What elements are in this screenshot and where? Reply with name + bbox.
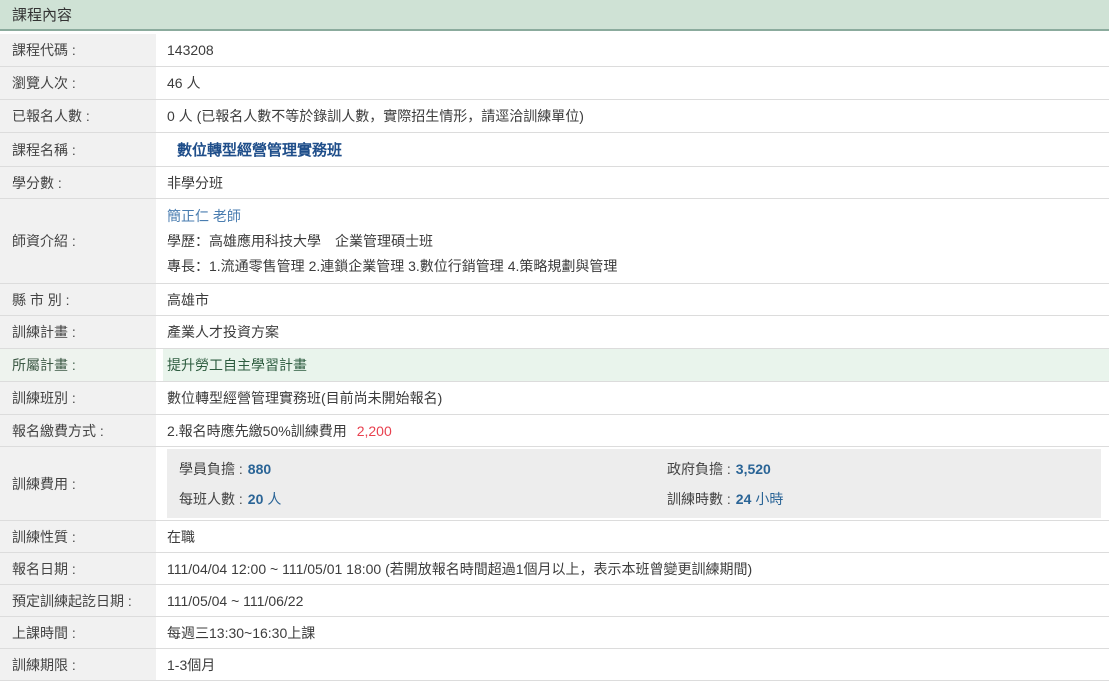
fee-item-training-hours: 訓練時數 : 24小時 [667, 489, 1101, 509]
fee-label: 訓練時數 : [667, 491, 731, 507]
payment-text: 2.報名時應先繳50%訓練費用 [167, 421, 347, 441]
table-row-course-code: 課程代碼 : 143208 [0, 34, 1109, 67]
table-row-training-plan: 訓練計畫 : 產業人才投資方案 [0, 316, 1109, 349]
row-label: 縣 市 別 : [0, 284, 163, 315]
row-value: 提升勞工自主學習計畫 [163, 349, 1109, 381]
table-row-course-name: 課程名稱 : 數位轉型經營管理實務班 [0, 133, 1109, 167]
row-value: 46 人 [163, 67, 1109, 99]
section-header: 課程內容 [0, 0, 1109, 31]
table-row-class-type: 訓練班別 : 數位轉型經營管理實務班(目前尚未開始報名) [0, 382, 1109, 415]
row-value: 高雄市 [163, 284, 1109, 315]
fee-label: 學員負擔 : [179, 461, 243, 477]
instructor-specialty: 專長：1.流通零售管理 2.連鎖企業管理 3.數位行銷管理 4.策略規劃與管理 [167, 254, 617, 279]
row-label: 上課時間 : [0, 617, 163, 648]
row-value: 學員負擔 : 880 政府負擔 : 3,520 每班人數 : 20人 訓練時數 : 24… [163, 447, 1109, 520]
row-value: 數位轉型經營管理實務班(目前尚未開始報名) [163, 382, 1109, 414]
row-label: 訓練班別 : [0, 382, 163, 414]
row-value: 143208 [163, 34, 1109, 66]
row-label: 課程代碼 : [0, 34, 163, 66]
fee-label: 政府負擔 : [667, 461, 731, 477]
row-label: 訓練費用 : [0, 447, 163, 520]
row-value: 111/04/04 12:00 ~ 111/05/01 18:00 (若開放報名… [163, 553, 1109, 584]
row-label: 報名日期 : [0, 553, 163, 584]
row-label: 瀏覽人次 : [0, 67, 163, 99]
fee-value: 24 [736, 491, 752, 507]
row-label: 已報名人數 : [0, 100, 163, 132]
fee-item-class-size: 每班人數 : 20人 [179, 489, 667, 509]
fee-label: 每班人數 : [179, 491, 243, 507]
course-name-link[interactable]: 數位轉型經營管理實務班 [177, 139, 342, 160]
fee-unit: 人 [267, 491, 281, 507]
row-label: 訓練性質 : [0, 521, 163, 552]
fee-value: 20 [248, 491, 264, 507]
payment-amount: 2,200 [357, 423, 392, 439]
row-value: 數位轉型經營管理實務班 [163, 133, 1109, 166]
table-row-class-time: 上課時間 : 每週三13:30~16:30上課 [0, 617, 1109, 649]
row-label: 所屬計畫 : [0, 349, 163, 381]
row-value: 簡正仁 老師 學歷：高雄應用科技大學 企業管理碩士班 專長：1.流通零售管理 2… [163, 199, 1109, 283]
fee-unit: 小時 [755, 491, 783, 507]
teacher-link[interactable]: 簡正仁 老師 [167, 204, 241, 229]
fee-value: 3,520 [736, 461, 771, 477]
table-row-view-count: 瀏覽人次 : 46 人 [0, 67, 1109, 100]
row-value: 產業人才投資方案 [163, 316, 1109, 348]
row-label: 預定訓練起訖日期 : [0, 585, 163, 616]
table-row-training-period-dates: 預定訓練起訖日期 : 111/05/04 ~ 111/06/22 [0, 585, 1109, 617]
row-label: 報名繳費方式 : [0, 415, 163, 446]
row-value: 2.報名時應先繳50%訓練費用 2,200 [163, 415, 1109, 446]
row-value: 非學分班 [163, 167, 1109, 198]
instructor-education: 學歷：高雄應用科技大學 企業管理碩士班 [167, 229, 433, 254]
table-row-training-duration: 訓練期限 : 1-3個月 [0, 649, 1109, 681]
table-row-training-nature: 訓練性質 : 在職 [0, 521, 1109, 553]
row-label: 訓練期限 : [0, 649, 163, 680]
table-row-enrolled-count: 已報名人數 : 0 人 (已報名人數不等於錄訓人數，實際招生情形，請逕洽訓練單位… [0, 100, 1109, 133]
row-value: 1-3個月 [163, 649, 1109, 680]
table-row-county: 縣 市 別 : 高雄市 [0, 284, 1109, 316]
row-label: 訓練計畫 : [0, 316, 163, 348]
row-label: 課程名稱 : [0, 133, 163, 166]
row-value: 每週三13:30~16:30上課 [163, 617, 1109, 648]
row-value: 0 人 (已報名人數不等於錄訓人數，實際招生情形，請逕洽訓練單位) [163, 100, 1109, 132]
row-value: 在職 [163, 521, 1109, 552]
table-row-instructor: 師資介紹 : 簡正仁 老師 學歷：高雄應用科技大學 企業管理碩士班 專長：1.流… [0, 199, 1109, 284]
fee-panel: 學員負擔 : 880 政府負擔 : 3,520 每班人數 : 20人 訓練時數 : 24… [167, 449, 1101, 518]
table-row-credit: 學分數 : 非學分班 [0, 167, 1109, 199]
fee-item-government-share: 政府負擔 : 3,520 [667, 459, 1101, 479]
row-label: 學分數 : [0, 167, 163, 198]
fee-item-student-share: 學員負擔 : 880 [179, 459, 667, 479]
table-row-registration-date: 報名日期 : 111/04/04 12:00 ~ 111/05/01 18:00… [0, 553, 1109, 585]
table-row-payment-method: 報名繳費方式 : 2.報名時應先繳50%訓練費用 2,200 [0, 415, 1109, 447]
course-table: 課程代碼 : 143208 瀏覽人次 : 46 人 已報名人數 : 0 人 (已… [0, 34, 1109, 681]
section-title: 課程內容 [12, 4, 72, 25]
fee-value: 880 [248, 461, 271, 477]
row-label: 師資介紹 : [0, 199, 163, 283]
table-row-training-fee: 訓練費用 : 學員負擔 : 880 政府負擔 : 3,520 每班人數 : 20人 訓… [0, 447, 1109, 521]
table-row-parent-program: 所屬計畫 : 提升勞工自主學習計畫 [0, 349, 1109, 382]
row-value: 111/05/04 ~ 111/06/22 [163, 585, 1109, 616]
